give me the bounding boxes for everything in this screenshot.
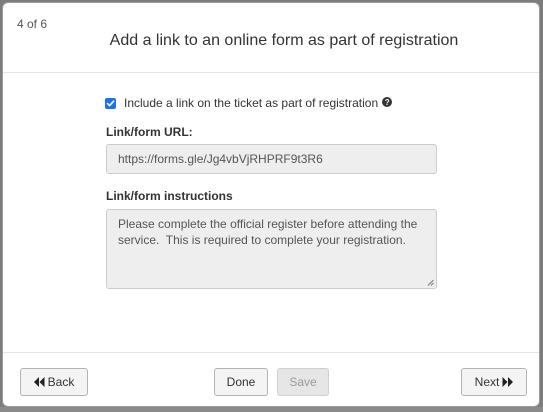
background-page-strip xyxy=(0,407,543,412)
include-link-label: Include a link on the ticket as part of … xyxy=(124,96,379,110)
dialog-title-text: Add a link to an online form as part of … xyxy=(109,32,459,49)
double-chevron-right-icon xyxy=(502,377,514,387)
include-link-row: Include a link on the ticket as part of … xyxy=(105,96,393,110)
instructions-label: Link/form instructions xyxy=(106,189,233,203)
back-button-label: Back xyxy=(47,375,75,389)
back-button[interactable]: Back xyxy=(20,368,88,396)
double-chevron-left-icon xyxy=(33,377,45,387)
url-label: Link/form URL: xyxy=(106,125,193,139)
include-link-checkbox[interactable] xyxy=(105,97,116,109)
save-button-label: Save xyxy=(289,375,317,389)
save-button[interactable]: Save xyxy=(277,368,329,396)
question-circle-icon[interactable]: ? xyxy=(382,97,393,107)
dialog-title: Add a link to an online form as part of … xyxy=(3,32,539,50)
resize-grip-icon[interactable] xyxy=(427,279,434,286)
instructions-textarea[interactable]: Please complete the official register be… xyxy=(106,209,437,289)
checkmark-icon xyxy=(106,99,115,106)
next-button-label: Next xyxy=(474,375,500,389)
step-indicator: 4 of 6 xyxy=(17,17,48,31)
done-button-label: Done xyxy=(226,375,256,389)
instructions-text: Please complete the official register be… xyxy=(118,217,421,247)
url-input[interactable]: https://forms.gle/Jg4vbVjRHPRF9t3R6 xyxy=(106,144,437,174)
dialog-footer: Back Done Save Next xyxy=(3,352,539,406)
dialog-body: Include a link on the ticket as part of … xyxy=(3,73,539,352)
done-button[interactable]: Done xyxy=(214,368,268,396)
dialog-header: 4 of 6 Add a link to an online form as p… xyxy=(3,3,539,73)
registration-link-dialog: 4 of 6 Add a link to an online form as p… xyxy=(2,2,540,407)
next-button[interactable]: Next xyxy=(461,368,527,396)
